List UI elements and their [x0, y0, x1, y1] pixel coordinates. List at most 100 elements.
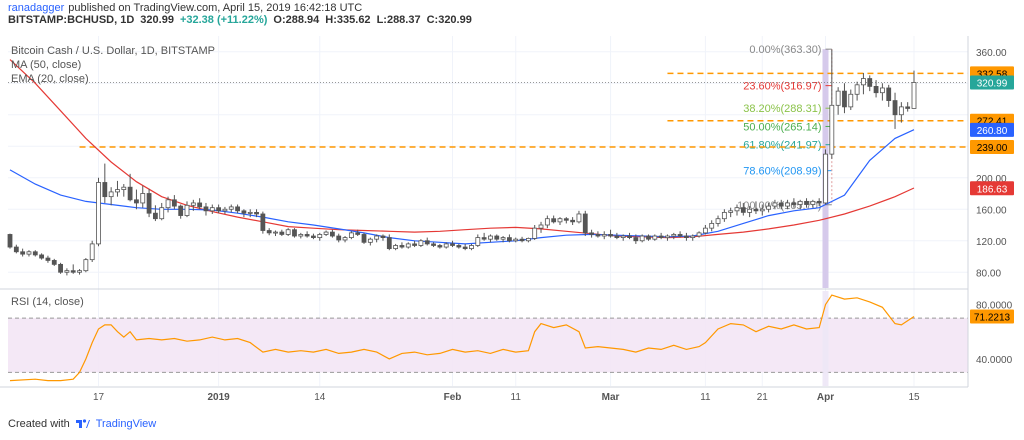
y-tick-label: 360.00: [976, 48, 1007, 59]
candle-body: [772, 202, 778, 207]
candle-body: [292, 229, 297, 237]
candle-body: [20, 251, 26, 255]
candle-body: [26, 251, 32, 255]
candle-body: [892, 100, 898, 116]
candle-body: [538, 224, 544, 229]
candle-body: [165, 199, 171, 209]
candle-body: [614, 235, 620, 238]
candle-body: [51, 260, 57, 265]
y-tick-label: 80.00: [976, 268, 1001, 279]
candle-body: [323, 231, 329, 235]
candle-body: [665, 235, 670, 238]
candle-body: [879, 87, 885, 94]
candle-body: [437, 245, 443, 248]
fib-label: 78.60%(208.99): [743, 166, 821, 178]
candle-body: [254, 211, 259, 215]
candle-body: [361, 234, 367, 243]
candle-body: [7, 234, 13, 248]
candle-body: [77, 270, 82, 273]
price-chart[interactable]: 0.00%(363.30)23.60%(316.97)38.20%(288.31…: [0, 36, 1024, 406]
rsi-indicator-label: RSI (14, close): [11, 296, 84, 308]
candle-body: [13, 246, 19, 253]
high-value: H:335.62: [325, 14, 371, 26]
candle-body: [399, 245, 405, 248]
candle-body: [589, 232, 594, 235]
candle-body: [898, 106, 904, 116]
candle-body: [728, 210, 734, 213]
candle-body: [96, 182, 101, 245]
candle-body: [481, 237, 487, 240]
candle-body: [127, 186, 133, 201]
candle-body: [823, 153, 828, 204]
candle-body: [620, 235, 626, 238]
candle-body: [627, 235, 632, 238]
candle-body: [203, 206, 209, 212]
candle-body: [905, 106, 911, 109]
candle-body: [197, 202, 203, 208]
price-label-text: 186.63: [977, 184, 1008, 195]
candle-body: [285, 229, 291, 235]
candle-body: [159, 207, 165, 220]
candle-body: [867, 78, 873, 87]
x-tick-label: Mar: [602, 392, 620, 403]
candle-body: [405, 243, 411, 248]
candle-body: [152, 212, 158, 220]
candle-body: [778, 202, 784, 207]
symbol-label: BITSTAMP:BCHUSD, 1D: [8, 14, 135, 26]
candle-body: [115, 189, 120, 193]
publish-date: published on TradingView.com, April 15, …: [68, 2, 363, 14]
candle-body: [721, 211, 727, 220]
candle-body: [791, 202, 797, 205]
candle-body: [412, 243, 417, 246]
candle-body: [797, 200, 803, 205]
candle-body: [785, 202, 790, 207]
created-with-label: Created with: [8, 418, 70, 430]
candle-body: [32, 251, 38, 256]
candle-body: [171, 199, 177, 207]
rsi-value-text: 71.2213: [974, 312, 1011, 323]
publish-info: ranadagger published on TradingView.com, …: [8, 2, 362, 14]
x-tick-label: 15: [908, 392, 920, 403]
candle-body: [209, 207, 215, 212]
candle-body: [658, 235, 664, 238]
author-link[interactable]: ranadagger: [8, 2, 64, 14]
candle-body: [431, 243, 436, 246]
candle-body: [582, 213, 588, 234]
candle-body: [336, 235, 342, 241]
candle-body: [134, 199, 139, 204]
candle-body: [190, 202, 196, 206]
candle-body: [121, 186, 127, 190]
tradingview-logo-icon: [75, 419, 90, 428]
candle-body: [766, 205, 772, 210]
candle-body: [740, 207, 746, 213]
price-change: +32.38 (+11.22%): [179, 14, 268, 26]
y-tick-label: 160.00: [976, 205, 1007, 216]
candle-body: [450, 243, 455, 246]
candle-body: [386, 237, 392, 250]
candle-body: [488, 235, 493, 240]
candle-body: [886, 87, 892, 101]
candle-body: [178, 205, 184, 216]
candle-body: [102, 182, 108, 198]
candle-body: [646, 235, 651, 240]
tradingview-brand[interactable]: TradingView: [96, 418, 157, 430]
price-label-text: 239.00: [977, 143, 1008, 154]
x-tick-label: 21: [757, 392, 769, 403]
candle-body: [39, 254, 45, 259]
candle-body: [842, 90, 847, 108]
candle-body: [810, 200, 816, 205]
chart-title: Bitcoin Cash / U.S. Dollar, 1D, BITSTAMP: [11, 45, 215, 57]
candle-body: [753, 208, 759, 212]
candle-body: [342, 237, 348, 241]
candle-body: [557, 218, 563, 223]
candle-body: [532, 227, 538, 239]
price-label-text: 260.80: [977, 126, 1008, 137]
chart-area[interactable]: 0.00%(363.30) 23.60%(316.97) 38.20%(288.31…: [0, 36, 1024, 406]
candle-body: [462, 246, 468, 250]
candle-body: [494, 235, 500, 240]
candle-body: [222, 208, 228, 212]
candle-body: [848, 93, 854, 108]
candle-body: [424, 240, 430, 245]
x-tick-label: 14: [314, 392, 326, 403]
candle-body: [393, 245, 399, 250]
